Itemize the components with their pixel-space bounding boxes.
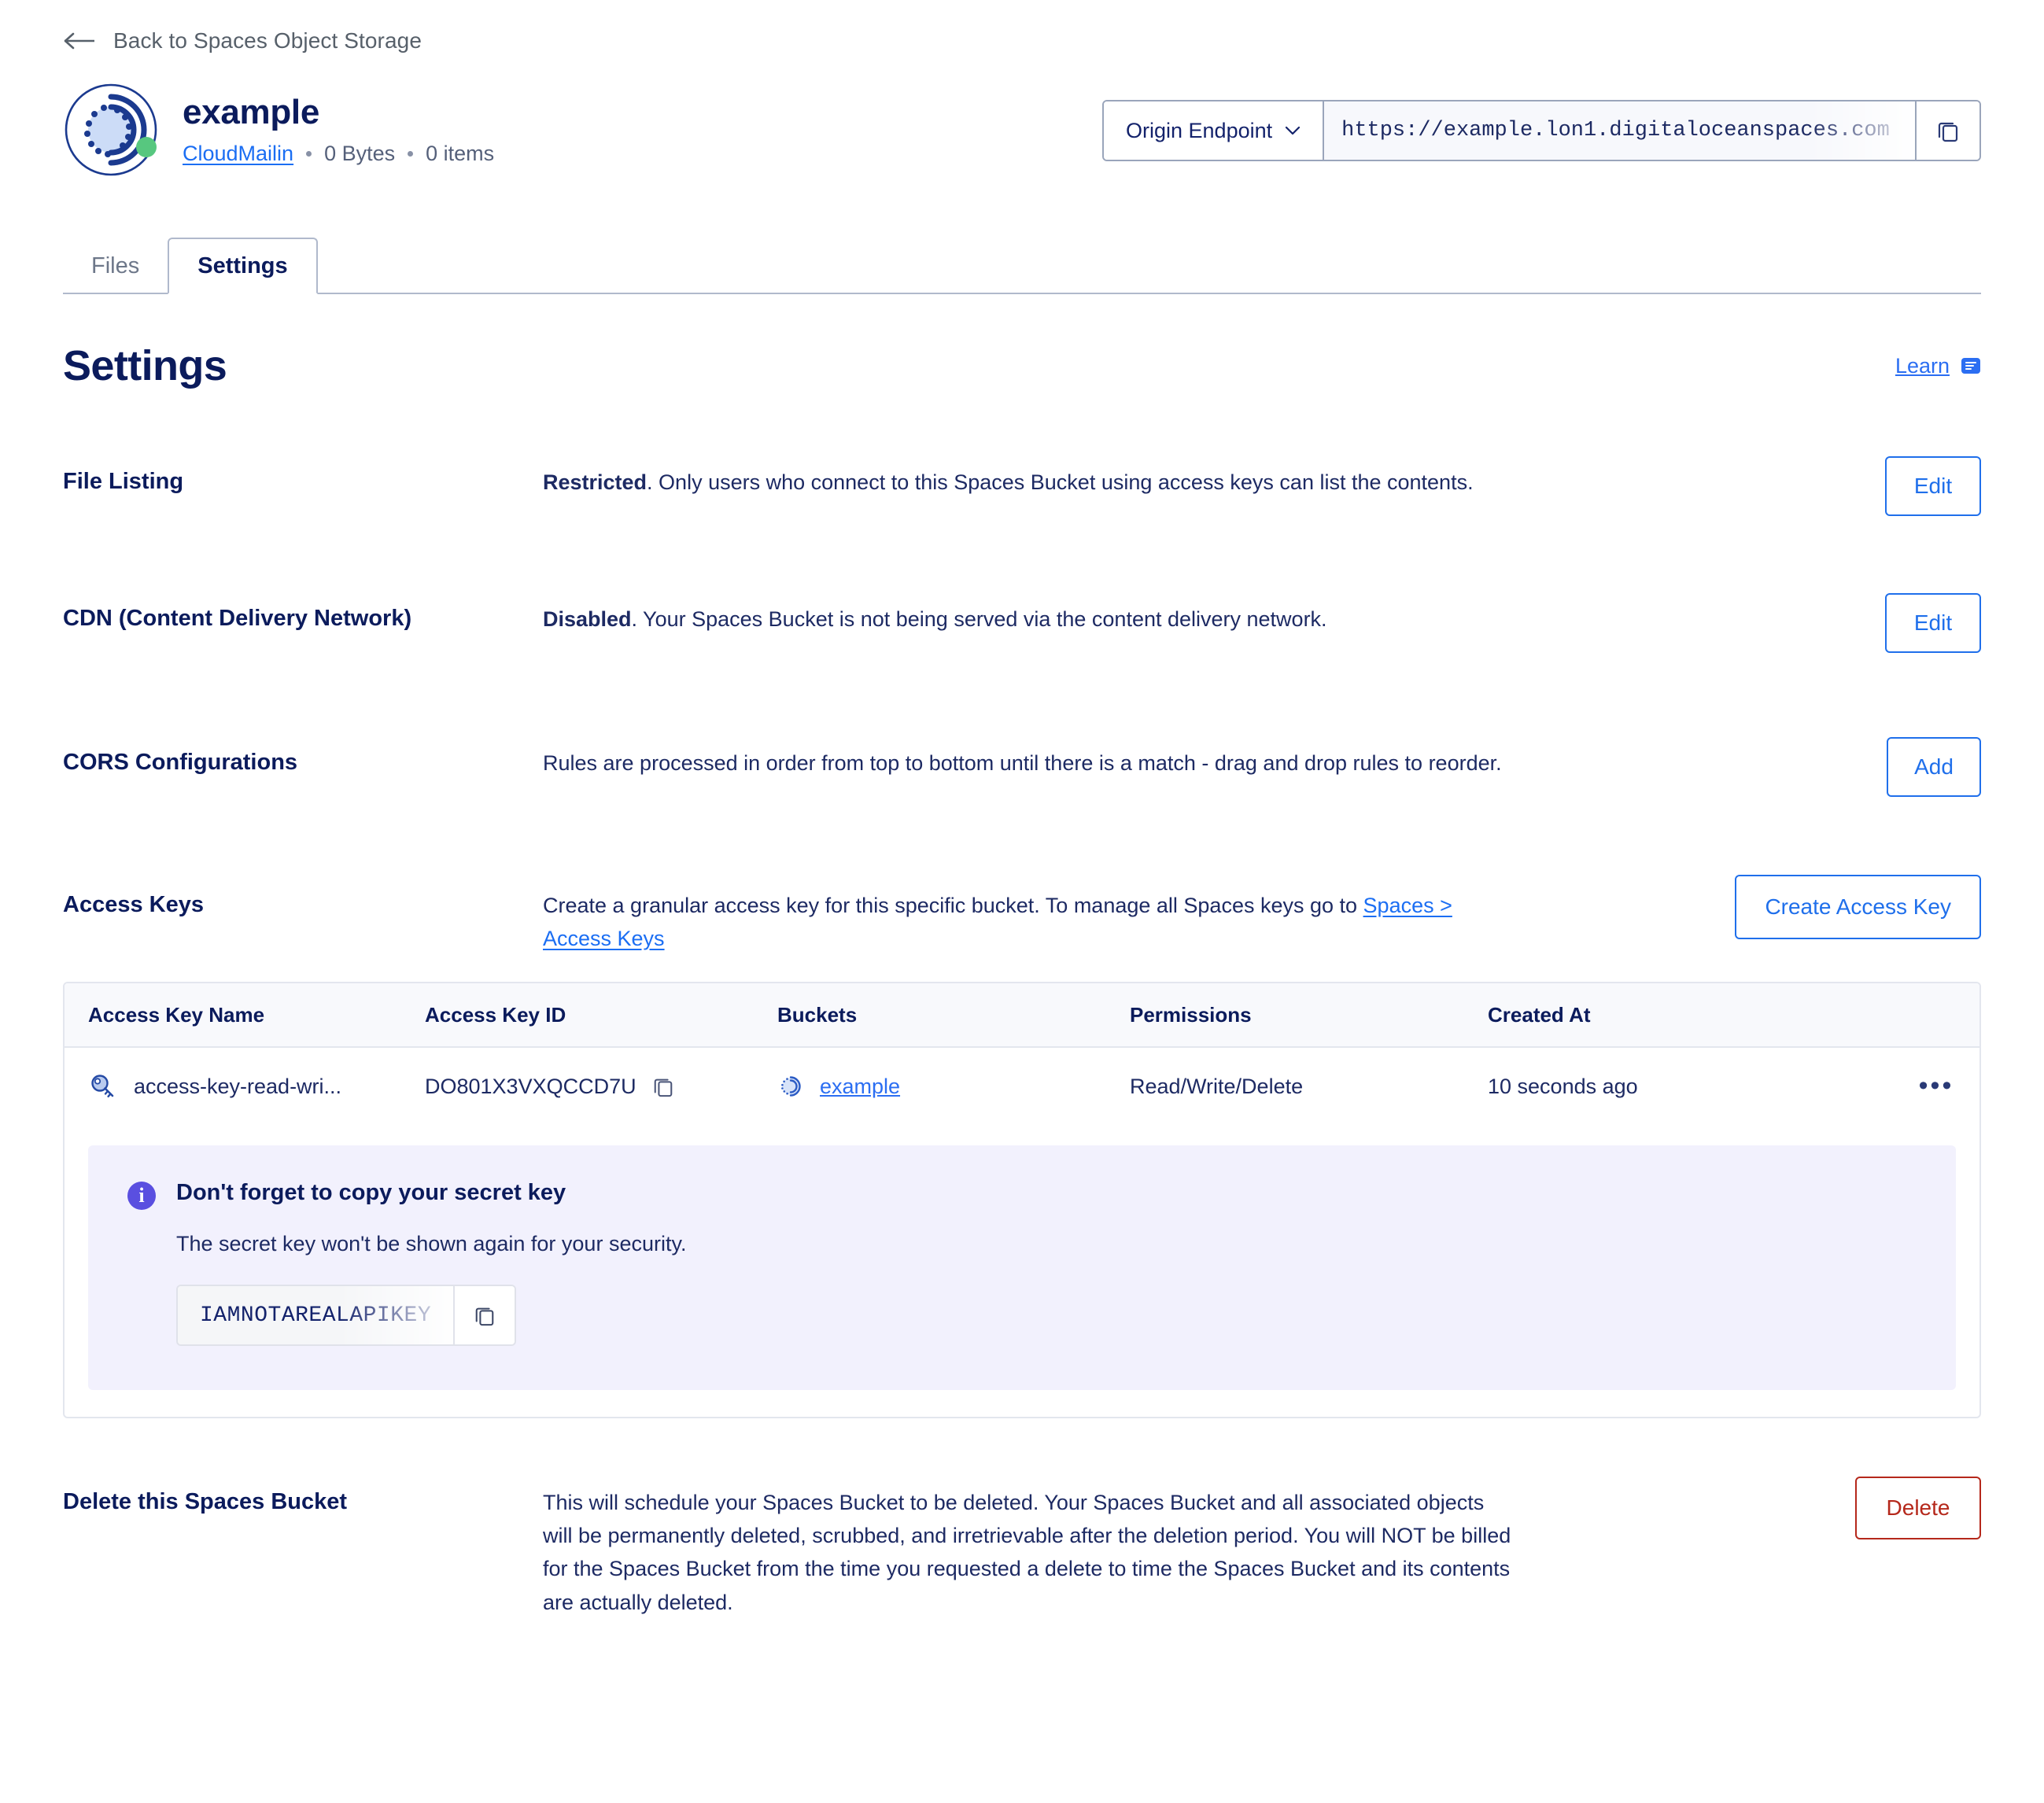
tab-bar-underline xyxy=(63,293,1981,294)
endpoint-url-field[interactable]: https://example.lon1.digitaloceanspaces.… xyxy=(1324,101,1915,160)
setting-action: Add xyxy=(1515,737,1981,797)
setting-description: Disabled. Your Spaces Bucket is not bein… xyxy=(543,603,1515,636)
tab-files[interactable]: Files xyxy=(63,238,168,294)
setting-row-cdn: CDN (Content Delivery Network) Disabled.… xyxy=(63,593,1981,653)
cell-permissions: Read/Write/Delete xyxy=(1130,1074,1304,1098)
edit-file-listing-button[interactable]: Edit xyxy=(1885,456,1981,516)
bucket-size: 0 Bytes xyxy=(324,142,396,166)
setting-row-access-keys: Access Keys Create a granular access key… xyxy=(63,875,1981,955)
secret-key-field: IAMNOTAREALAPIKEY xyxy=(176,1285,517,1347)
status-indicator-dot xyxy=(136,137,157,157)
setting-row-file-listing: File Listing Restricted. Only users who … xyxy=(63,456,1981,516)
endpoint-type-label: Origin Endpoint xyxy=(1126,118,1273,142)
secret-key-notice: i Don't forget to copy your secret key T… xyxy=(88,1145,1956,1391)
setting-label: File Listing xyxy=(63,469,184,494)
tab-bar: Files Settings xyxy=(63,238,1981,294)
settings-header: Settings Learn xyxy=(63,341,1981,390)
bucket-header: example CloudMailin 0 Bytes 0 items Orig… xyxy=(63,82,1981,178)
copy-icon xyxy=(475,1307,494,1326)
spaces-logo xyxy=(63,82,159,178)
table-header-row: Access Key Name Access Key ID Buckets Pe… xyxy=(65,983,1979,1049)
setting-label: Delete this Spaces Bucket xyxy=(63,1489,348,1515)
secret-key-notice-wrapper: i Don't forget to copy your secret key T… xyxy=(65,1125,1979,1417)
settings-page: Back to Spaces Object Storage example Cl… xyxy=(0,0,2044,1803)
copy-secret-key-button[interactable] xyxy=(453,1286,515,1345)
separator-dot xyxy=(408,151,414,157)
kebab-menu-icon: ••• xyxy=(1918,1071,1954,1101)
copy-access-key-id-button[interactable] xyxy=(652,1075,674,1097)
column-header-access-key-id: Access Key ID xyxy=(425,1002,566,1027)
learn-label: Learn xyxy=(1895,353,1950,378)
notice-subtitle: The secret key won't be shown again for … xyxy=(176,1232,687,1256)
secret-key-value[interactable]: IAMNOTAREALAPIKEY xyxy=(178,1286,454,1345)
notice-title: Don't forget to copy your secret key xyxy=(176,1180,566,1206)
key-icon xyxy=(90,1073,116,1100)
setting-description: This will schedule your Spaces Bucket to… xyxy=(543,1491,1511,1614)
separator-dot xyxy=(306,151,312,157)
setting-action: Edit xyxy=(1515,593,1981,653)
setting-label: Access Keys xyxy=(63,892,204,917)
arrow-left-icon xyxy=(63,31,96,51)
setting-description: Rules are processed in order from top to… xyxy=(543,751,1502,775)
endpoint-control: Origin Endpoint https://example.lon1.dig… xyxy=(1102,100,1981,161)
cell-access-key-id: DO801X3VXQCCD7U xyxy=(425,1075,777,1099)
setting-action: Edit xyxy=(1515,456,1981,516)
setting-row-delete-bucket: Delete this Spaces Bucket This will sche… xyxy=(63,1477,1981,1618)
notice-header: i Don't forget to copy your secret key xyxy=(127,1180,1917,1211)
page-title: example xyxy=(183,92,320,131)
cell-created-at: 10 seconds ago xyxy=(1488,1074,1638,1098)
setting-action: Delete xyxy=(1518,1477,1981,1540)
column-header-access-key-name: Access Key Name xyxy=(88,1002,265,1027)
delete-bucket-button[interactable]: Delete xyxy=(1855,1477,1981,1540)
access-keys-table: Access Key Name Access Key ID Buckets Pe… xyxy=(63,982,1981,1419)
access-keys-description-text: Create a granular access key for this sp… xyxy=(543,894,1363,917)
edit-cdn-button[interactable]: Edit xyxy=(1885,593,1981,653)
tab-settings[interactable]: Settings xyxy=(168,238,318,294)
setting-label: CDN (Content Delivery Network) xyxy=(63,606,412,631)
setting-description: Create a granular access key for this sp… xyxy=(543,889,1515,955)
setting-description-text: . Only users who connect to this Spaces … xyxy=(647,470,1474,494)
setting-description: Restricted. Only users who connect to th… xyxy=(543,466,1515,499)
bucket-owner-link[interactable]: CloudMailin xyxy=(183,142,293,166)
back-link[interactable]: Back to Spaces Object Storage xyxy=(63,0,1981,55)
chevron-down-icon xyxy=(1285,126,1301,135)
setting-status-value: Restricted xyxy=(543,470,648,494)
cell-buckets: example xyxy=(777,1073,1130,1100)
settings-heading: Settings xyxy=(63,342,227,389)
access-key-name-value: access-key-read-wri... xyxy=(134,1074,342,1098)
setting-status-value: Disabled xyxy=(543,607,632,631)
article-icon xyxy=(1961,356,1981,376)
column-header-created-at: Created At xyxy=(1488,1002,1591,1027)
bucket-name-link[interactable]: example xyxy=(820,1075,900,1099)
create-access-key-button[interactable]: Create Access Key xyxy=(1735,875,1981,939)
setting-label: CORS Configurations xyxy=(63,750,298,775)
add-cors-rule-button[interactable]: Add xyxy=(1887,737,1981,797)
access-key-id-value: DO801X3VXQCCD7U xyxy=(425,1074,636,1098)
table-row: access-key-read-wri... DO801X3VXQCCD7U e… xyxy=(65,1048,1979,1125)
info-icon: i xyxy=(127,1182,156,1211)
learn-link[interactable]: Learn xyxy=(1895,354,1981,378)
bucket-identity: example CloudMailin 0 Bytes 0 items xyxy=(63,82,494,178)
cell-access-key-name: access-key-read-wri... xyxy=(65,1073,425,1100)
setting-row-cors: CORS Configurations Rules are processed … xyxy=(63,737,1981,797)
bucket-item-count: 0 items xyxy=(426,142,495,166)
spaces-bucket-icon xyxy=(777,1073,804,1100)
row-actions-menu-button[interactable]: ••• xyxy=(1893,1071,1979,1101)
copy-icon xyxy=(654,1078,672,1097)
copy-endpoint-button[interactable] xyxy=(1915,101,1979,160)
column-header-buckets: Buckets xyxy=(777,1002,858,1027)
back-link-label: Back to Spaces Object Storage xyxy=(113,28,422,53)
column-header-permissions: Permissions xyxy=(1130,1002,1252,1027)
endpoint-type-select[interactable]: Origin Endpoint xyxy=(1104,101,1325,160)
copy-icon xyxy=(1936,119,1960,142)
bucket-meta: CloudMailin 0 Bytes 0 items xyxy=(183,142,494,166)
spaces-bucket-icon xyxy=(65,83,157,176)
setting-action: Create Access Key xyxy=(1515,875,1981,939)
setting-description-text: . Your Spaces Bucket is not being served… xyxy=(631,607,1327,631)
